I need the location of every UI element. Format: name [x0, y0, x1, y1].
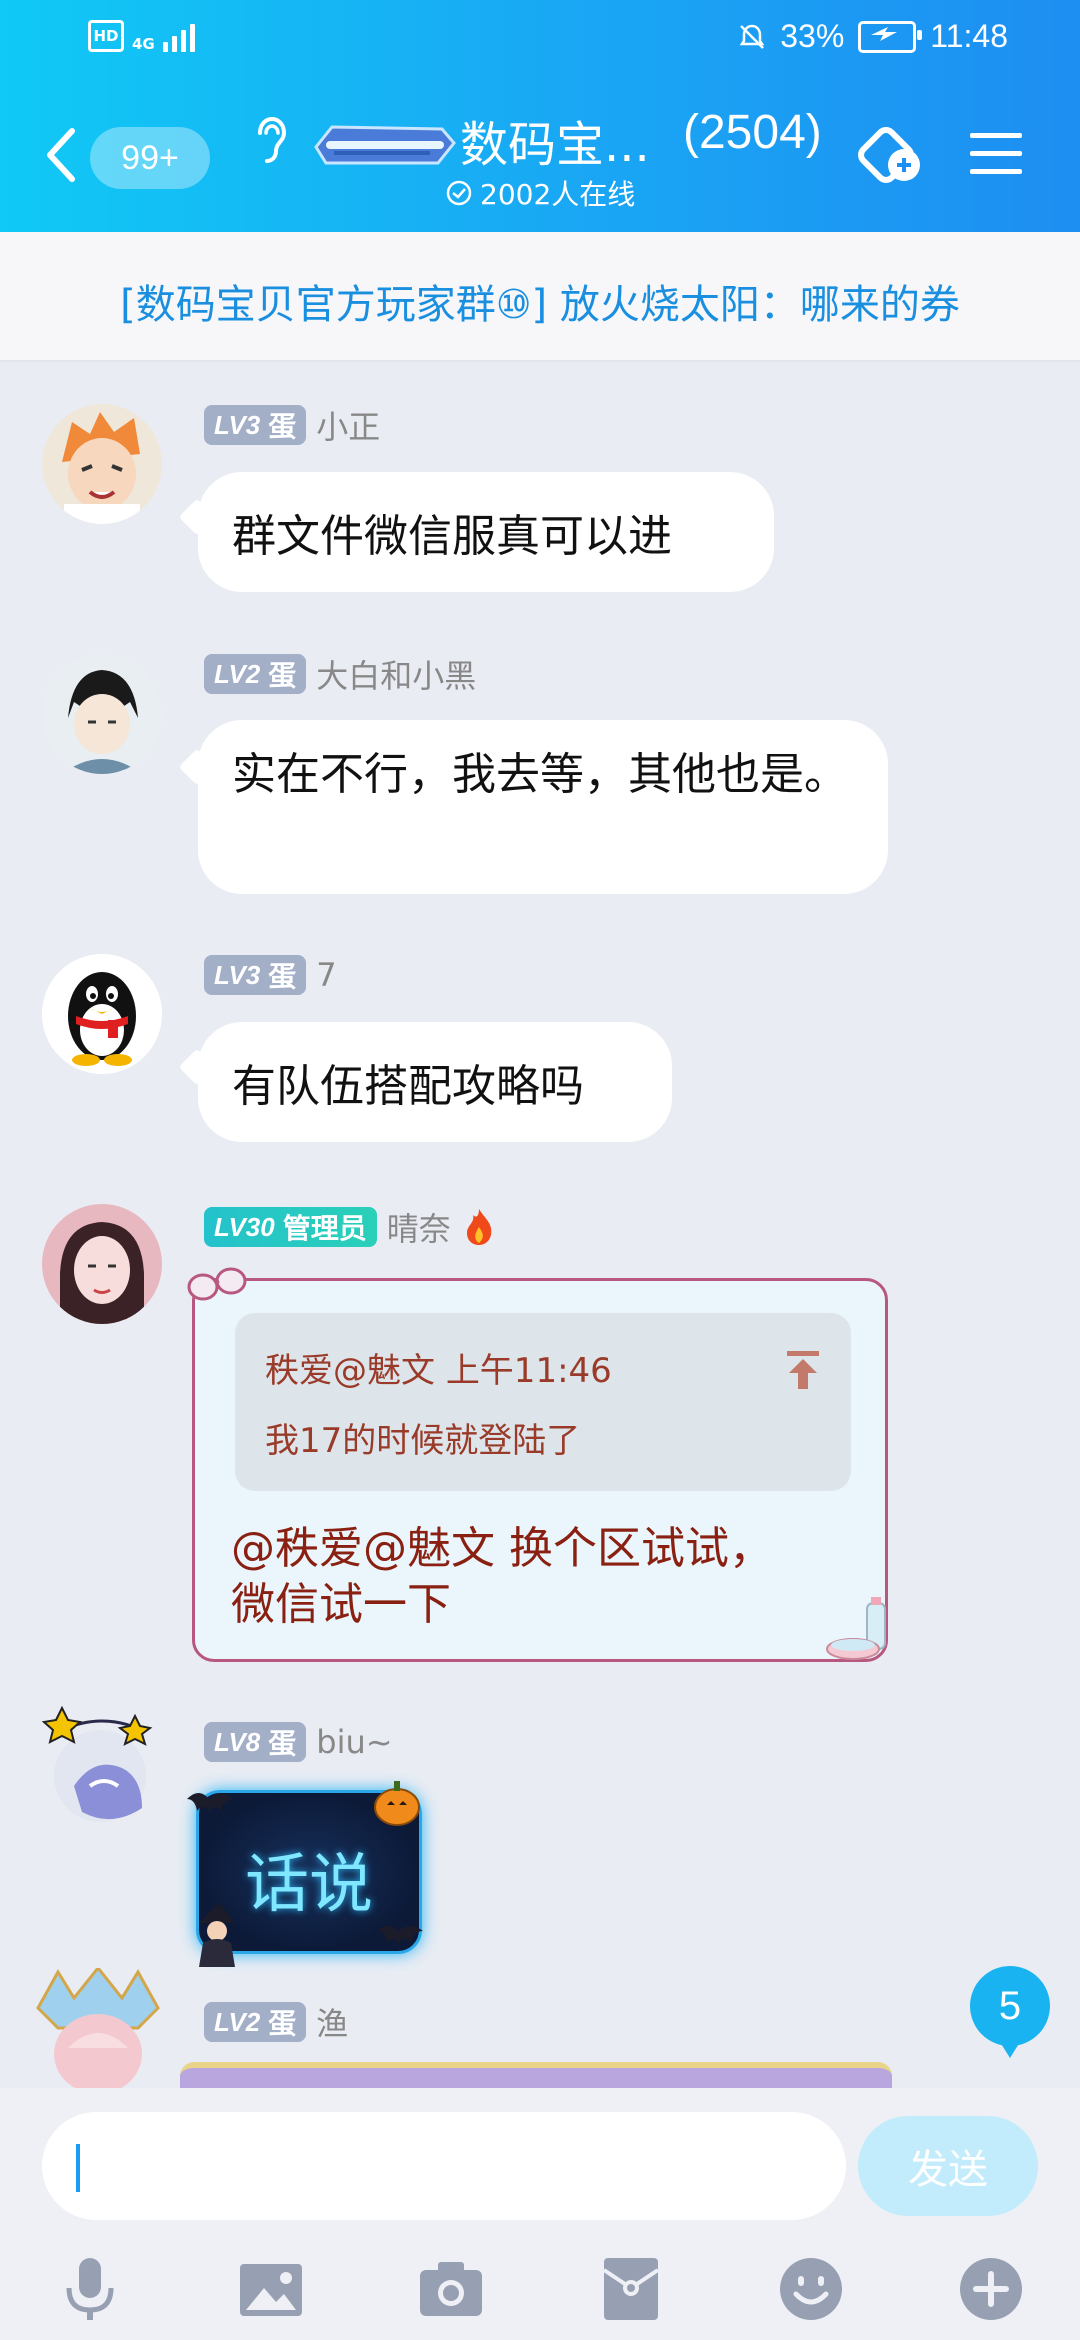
avatar[interactable] — [42, 654, 162, 774]
avatar[interactable] — [28, 1968, 168, 2088]
online-status: 2002人在线 — [446, 173, 635, 213]
message-line: 微信试一下 — [231, 1579, 451, 1630]
bat-decoration-icon — [187, 1793, 233, 1811]
message-input[interactable] — [42, 2112, 846, 2220]
title-text: 蛋 — [268, 411, 297, 442]
red-packet-icon[interactable] — [596, 2254, 666, 2324]
message-bubble[interactable]: 实在不行，我去等，其他也是。 — [198, 720, 888, 894]
level-text: LV8 — [214, 1726, 261, 1757]
quote-header: 秩爱@魅文 上午11:46 — [265, 1343, 612, 1392]
mic-icon[interactable] — [55, 2254, 125, 2324]
level-text: LV2 — [214, 2006, 261, 2037]
message-meta: LV2 蛋 渔 — [204, 1999, 348, 2045]
sender-name[interactable]: 渔 — [316, 1999, 348, 2045]
title-text: 蛋 — [268, 2008, 297, 2039]
quote-time: 上午11:46 — [445, 1351, 612, 1391]
chat-header: HD 4G 33% 11:48 99+ 数码宝... (2504) 2002人在… — [0, 0, 1080, 232]
network-type: 4G — [132, 35, 155, 53]
status-left: HD 4G — [88, 20, 195, 52]
avatar[interactable] — [42, 1204, 162, 1324]
status-right: 33% 11:48 — [738, 18, 1008, 55]
signal-icon — [162, 24, 195, 52]
title-row: 99+ 数码宝... (2504) 2002人在线 — [0, 95, 1080, 215]
sender-name[interactable]: 晴奈 — [387, 1204, 451, 1250]
message-text: 群文件微信服真可以进 — [232, 511, 672, 562]
ear-icon[interactable] — [252, 115, 288, 165]
game-logo — [314, 125, 456, 165]
level-text: LV3 — [214, 959, 261, 990]
call-icon[interactable] — [856, 123, 928, 187]
back-icon[interactable] — [44, 127, 78, 183]
level-text: LV2 — [214, 658, 261, 689]
message-meta: LV2 蛋 大白和小黑 — [204, 651, 476, 697]
online-check-icon — [446, 180, 472, 206]
level-badge: LV3 蛋 — [204, 405, 307, 445]
clock: 11:48 — [930, 18, 1008, 54]
avatar[interactable] — [42, 404, 162, 524]
quote-author: 秩爱@魅文 — [265, 1351, 435, 1391]
title-text: 蛋 — [268, 961, 297, 992]
message-text: 有队伍搭配攻略吗 — [232, 1061, 584, 1112]
message-bubble[interactable]: 群文件微信服真可以进 — [198, 472, 774, 592]
new-messages-badge[interactable]: 5 — [970, 1966, 1050, 2058]
level-text: LV30 — [214, 1211, 275, 1242]
level-badge: LV2 蛋 — [204, 654, 307, 694]
avatar[interactable] — [42, 954, 162, 1074]
goggles-decoration-icon — [187, 1267, 247, 1301]
composer: 发送 — [0, 2088, 1080, 2340]
message-text: @秩爱@魅文 换个区试试， 微信试一下 — [231, 1521, 851, 1633]
level-badge: LV8 蛋 — [204, 1722, 307, 1762]
sender-name[interactable]: 7 — [316, 956, 336, 994]
fire-icon — [466, 1209, 492, 1245]
admin-level-badge: LV30 管理员 — [204, 1207, 377, 1247]
sender-name[interactable]: 小正 — [316, 402, 380, 448]
hd-badge: HD — [88, 20, 124, 52]
sender-name[interactable]: biu~ — [316, 1723, 392, 1761]
level-badge: LV2 蛋 — [204, 2002, 307, 2042]
title-text: 管理员 — [282, 1213, 367, 1244]
group-notice-banner[interactable]: [数码宝贝官方玩家群⑩] 放火烧太阳：哪来的券 — [0, 232, 1080, 362]
witch-decoration-icon — [199, 1903, 235, 1967]
bat-decoration-icon — [377, 1926, 423, 1943]
title-text: 蛋 — [268, 660, 297, 691]
composer-toolbar — [0, 2238, 1080, 2338]
message-line: @秩爱@魅文 换个区试试， — [231, 1523, 773, 1574]
member-count[interactable]: (2504) — [683, 105, 822, 160]
title-text: 蛋 — [268, 1728, 297, 1759]
avatar[interactable] — [34, 1690, 174, 1840]
message-bubble[interactable]: 有队伍搭配攻略吗 — [198, 1022, 672, 1142]
send-button[interactable]: 发送 — [858, 2116, 1038, 2216]
qq-penguin-icon — [42, 954, 162, 1074]
sender-name[interactable]: 大白和小黑 — [316, 651, 476, 697]
message-meta: LV30 管理员 晴奈 — [204, 1204, 497, 1250]
jump-to-original-icon[interactable] — [783, 1349, 823, 1391]
themed-message-bubble[interactable]: 话说 — [187, 1781, 423, 1967]
unread-count-badge[interactable]: 99+ — [90, 127, 210, 189]
admin-reply-bubble[interactable]: 秩爱@魅文 上午11:46 我17的时候就登陆了 @秩爱@魅文 换个区试试， 微… — [187, 1267, 888, 1662]
battery-icon — [858, 20, 923, 53]
message-meta: LV3 蛋 小正 — [204, 402, 380, 448]
battery-percent: 33% — [780, 18, 845, 54]
emoji-icon[interactable] — [776, 2254, 846, 2324]
level-text: LV3 — [214, 409, 261, 440]
image-icon[interactable] — [236, 2254, 306, 2324]
plus-icon[interactable] — [956, 2254, 1026, 2324]
online-count: 2002人在线 — [480, 178, 636, 211]
message-meta: LV8 蛋 biu~ — [204, 1722, 393, 1762]
basin-decoration-icon — [826, 1597, 886, 1660]
notice-text: [数码宝贝官方玩家群⑩] 放火烧太阳：哪来的券 — [120, 282, 960, 328]
quote-text: 我17的时候就登陆了 — [265, 1421, 581, 1461]
message-meta: LV3 蛋 7 — [204, 955, 337, 995]
pumpkin-decoration-icon — [374, 1781, 420, 1826]
group-name[interactable]: 数码宝... — [460, 105, 650, 175]
level-badge: LV3 蛋 — [204, 955, 307, 995]
camera-icon[interactable] — [416, 2254, 486, 2324]
message-text: 实在不行，我去等，其他也是。 — [232, 749, 848, 800]
menu-icon[interactable] — [968, 129, 1024, 179]
status-bar: HD 4G 33% 11:48 — [0, 0, 1080, 80]
quoted-message[interactable]: 秩爱@魅文 上午11:46 我17的时候就登陆了 — [235, 1313, 851, 1491]
text-caret — [76, 2144, 80, 2192]
mute-bell-icon — [739, 24, 765, 49]
